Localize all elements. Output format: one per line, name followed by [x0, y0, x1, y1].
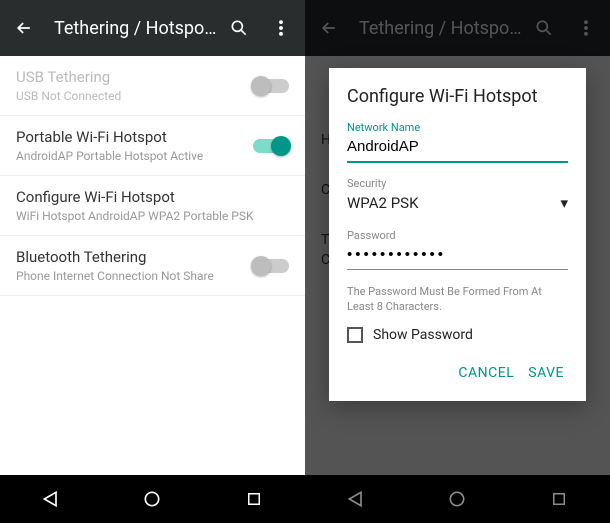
security-select[interactable]: WPA2 PSK ▾ — [347, 190, 568, 221]
show-password-label: Show Password — [373, 327, 473, 343]
search-icon[interactable] — [227, 16, 251, 40]
row-title: Bluetooth Tethering — [16, 248, 253, 266]
save-button[interactable]: SAVE — [524, 359, 568, 387]
network-name-input[interactable] — [347, 134, 568, 163]
password-hint: The Password Must Be Formed From At Leas… — [347, 284, 568, 315]
row-subtitle: Phone Internet Connection Not Share — [16, 269, 253, 283]
chevron-down-icon: ▾ — [560, 194, 568, 212]
security-value: WPA2 PSK — [347, 194, 418, 212]
page-title: Tethering / Hotspot P... — [54, 18, 219, 39]
left-phone: Tethering / Hotspot P... USB Tethering U… — [0, 0, 305, 523]
navbar — [0, 475, 305, 523]
row-title: Portable Wi-Fi Hotspot — [16, 128, 253, 146]
toggle-hotspot[interactable] — [253, 139, 289, 153]
row-portable-hotspot[interactable]: Portable Wi-Fi Hotspot AndroidAP Portabl… — [0, 116, 305, 176]
right-phone: Tethering / Hotspot P... H C T C Configu — [305, 0, 610, 523]
show-password-row[interactable]: Show Password — [347, 327, 568, 343]
more-icon[interactable] — [269, 16, 293, 40]
network-name-label: Network Name — [347, 121, 568, 134]
dialog-heading: Configure Wi-Fi Hotspot — [347, 86, 568, 107]
row-subtitle: WiFi Hotspot AndroidAP WPA2 Portable PSK — [16, 209, 289, 223]
row-title: Configure Wi-Fi Hotspot — [16, 188, 289, 206]
row-configure-hotspot[interactable]: Configure Wi-Fi Hotspot WiFi Hotspot And… — [0, 176, 305, 236]
row-subtitle: USB Not Connected — [16, 89, 253, 103]
row-title: USB Tethering — [16, 68, 253, 86]
show-password-checkbox[interactable] — [347, 327, 363, 343]
nav-back-icon[interactable] — [40, 488, 62, 510]
nav-recent-icon[interactable] — [243, 488, 265, 510]
toggle-usb — [253, 79, 289, 93]
row-usb-tethering: USB Tethering USB Not Connected — [0, 56, 305, 116]
row-bluetooth-tethering[interactable]: Bluetooth Tethering Phone Internet Conne… — [0, 236, 305, 296]
password-input[interactable] — [347, 242, 568, 270]
toggle-bluetooth[interactable] — [253, 259, 289, 273]
nav-home-icon[interactable] — [141, 488, 163, 510]
settings-list: USB Tethering USB Not Connected Portable… — [0, 56, 305, 475]
password-label: Password — [347, 229, 568, 242]
toolbar: Tethering / Hotspot P... — [0, 0, 305, 56]
cancel-button[interactable]: CANCEL — [454, 359, 518, 387]
row-subtitle: AndroidAP Portable Hotspot Active — [16, 149, 253, 163]
security-label: Security — [347, 177, 568, 190]
back-icon[interactable] — [12, 16, 36, 40]
configure-hotspot-dialog: Configure Wi-Fi Hotspot Network Name Sec… — [329, 68, 586, 401]
